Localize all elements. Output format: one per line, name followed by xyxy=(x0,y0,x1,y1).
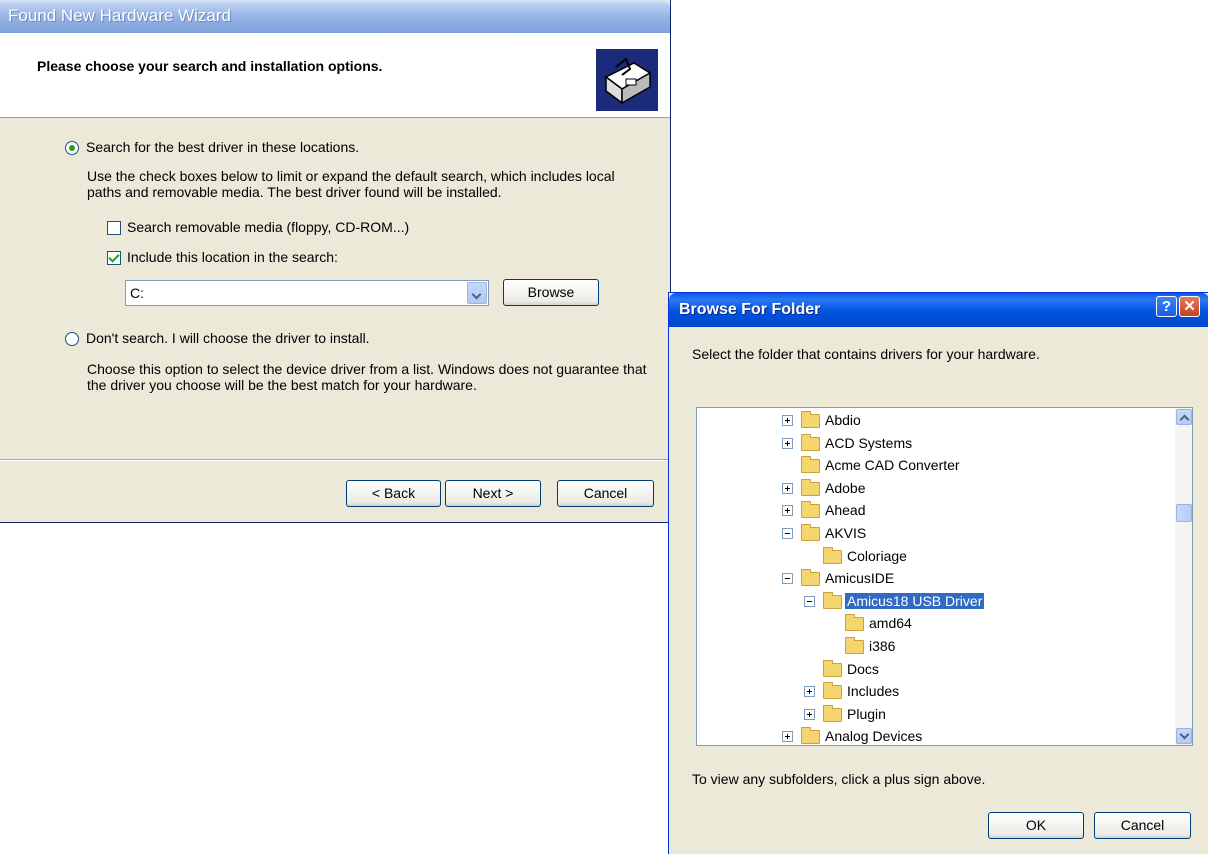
folder-tree[interactable]: Abdio ACD Systems Acme CAD Converter Adobe A… xyxy=(696,407,1193,746)
browse-for-folder-dialog: Browse For Folder ? ✕ Select the folder … xyxy=(668,292,1208,854)
search-removable-label[interactable]: Search removable media (floppy, CD-ROM..… xyxy=(127,219,409,235)
tree-item-label: Ahead xyxy=(825,502,866,519)
folder-icon xyxy=(801,433,820,451)
help-icon[interactable]: ? xyxy=(1156,296,1177,317)
search-locations-label[interactable]: Search for the best driver in these loca… xyxy=(86,139,359,155)
browse-prompt: Select the folder that contains drivers … xyxy=(692,346,1040,362)
collapse-minus-icon[interactable] xyxy=(804,595,815,607)
tree-item[interactable]: amd64 xyxy=(697,614,1167,634)
ok-button[interactable]: OK xyxy=(988,812,1084,839)
chevron-down-icon[interactable] xyxy=(467,282,487,304)
folder-icon xyxy=(801,727,820,745)
close-icon[interactable]: ✕ xyxy=(1179,296,1200,317)
folder-icon xyxy=(801,456,820,474)
search-locations-radio[interactable] xyxy=(65,141,79,155)
cancel-button[interactable]: Cancel xyxy=(557,480,654,507)
folder-icon xyxy=(801,501,820,519)
tree-item[interactable]: Analog Devices xyxy=(697,727,1167,745)
tree-item-label: amd64 xyxy=(869,615,912,632)
expand-plus-icon[interactable] xyxy=(782,505,793,517)
tree-item[interactable]: Adobe xyxy=(697,478,1167,499)
browse-title: Browse For Folder xyxy=(679,301,821,318)
tree-item-label: AKVIS xyxy=(825,525,867,541)
tree-item[interactable]: AKVIS xyxy=(697,524,1167,544)
tree-item-label: Docs xyxy=(847,660,879,677)
tree-item-label: ACD Systems xyxy=(825,434,913,451)
tree-item[interactable]: i386 xyxy=(697,637,1167,657)
tree-item-label: AmicusIDE xyxy=(825,570,895,587)
expand-plus-icon[interactable] xyxy=(804,708,815,720)
tree-item[interactable]: Ahead xyxy=(697,501,1167,521)
tree-item-label: Adobe xyxy=(825,479,866,496)
tree-item-label: Amicus18 USB Driver xyxy=(845,592,985,609)
folder-icon xyxy=(823,546,842,564)
collapse-minus-icon[interactable] xyxy=(782,573,793,585)
location-combobox[interactable]: C: xyxy=(125,280,489,306)
folder-icon xyxy=(801,524,820,541)
expand-plus-icon[interactable] xyxy=(782,415,793,426)
folder-icon xyxy=(801,478,820,496)
wizard-heading: Please choose your search and installati… xyxy=(37,58,383,74)
tree-item[interactable]: Includes xyxy=(697,682,1167,702)
wizard-title-bar[interactable]: Found New Hardware Wizard xyxy=(0,0,670,33)
wizard-title: Found New Hardware Wizard xyxy=(8,6,231,25)
folder-icon xyxy=(845,637,864,654)
next-button[interactable]: Next > xyxy=(445,480,541,507)
folder-icon xyxy=(823,704,842,722)
tree-item[interactable]: Amicus18 USB Driver xyxy=(697,591,1167,612)
wizard-header: Please choose your search and installati… xyxy=(0,33,670,118)
dont-search-radio[interactable] xyxy=(65,332,79,346)
wizard-separator xyxy=(0,459,670,461)
tree-item-label: i386 xyxy=(869,638,896,654)
tree-item-label: Plugin xyxy=(847,705,886,722)
search-removable-checkbox[interactable] xyxy=(107,221,121,235)
hardware-wizard-icon xyxy=(596,49,658,111)
search-description: Use the check boxes below to limit or ex… xyxy=(87,168,615,200)
tree-item-label: Abdio xyxy=(825,412,861,428)
location-value: C: xyxy=(130,285,144,301)
dont-search-description: Choose this option to select the device … xyxy=(87,361,647,393)
include-location-checkbox[interactable] xyxy=(107,251,121,265)
scroll-down-icon[interactable] xyxy=(1176,728,1192,744)
expand-plus-icon[interactable] xyxy=(782,731,793,743)
expand-plus-icon[interactable] xyxy=(782,437,793,449)
tree-item[interactable]: Plugin xyxy=(697,704,1167,725)
folder-icon xyxy=(801,569,820,587)
tree-item-label: Coloriage xyxy=(847,547,907,564)
scroll-thumb[interactable] xyxy=(1176,504,1192,522)
scroll-up-icon[interactable] xyxy=(1176,409,1192,425)
collapse-minus-icon[interactable] xyxy=(782,528,793,539)
hardware-wizard-window: Found New Hardware Wizard Please choose … xyxy=(0,0,671,523)
folder-icon xyxy=(823,682,842,700)
tree-item-label: Analog Devices xyxy=(825,728,923,745)
include-location-label[interactable]: Include this location in the search: xyxy=(127,249,338,265)
tree-scrollbar[interactable] xyxy=(1175,408,1192,745)
expand-plus-icon[interactable] xyxy=(782,482,793,494)
browse-title-bar[interactable]: Browse For Folder ? ✕ xyxy=(669,293,1208,327)
tree-item[interactable]: Acme CAD Converter xyxy=(697,456,1167,476)
folder-icon xyxy=(823,591,842,609)
dont-search-label[interactable]: Don't search. I will choose the driver t… xyxy=(86,330,370,346)
browse-button[interactable]: Browse xyxy=(503,279,599,306)
expand-plus-icon[interactable] xyxy=(804,686,815,698)
folder-icon xyxy=(823,659,842,677)
tree-item-label: Acme CAD Converter xyxy=(825,457,960,474)
tree-item[interactable]: AmicusIDE xyxy=(697,569,1167,589)
folder-icon xyxy=(801,411,820,428)
back-button[interactable]: < Back xyxy=(346,480,441,507)
tree-item[interactable]: Coloriage xyxy=(697,546,1167,567)
tree-item[interactable]: Docs xyxy=(697,659,1167,680)
browse-hint: To view any subfolders, click a plus sig… xyxy=(692,771,986,787)
folder-icon xyxy=(845,614,864,632)
tree-item[interactable]: ACD Systems xyxy=(697,433,1167,454)
tree-item-label: Includes xyxy=(847,683,900,700)
browse-cancel-button[interactable]: Cancel xyxy=(1094,812,1191,839)
tree-item[interactable]: Abdio xyxy=(697,411,1167,431)
